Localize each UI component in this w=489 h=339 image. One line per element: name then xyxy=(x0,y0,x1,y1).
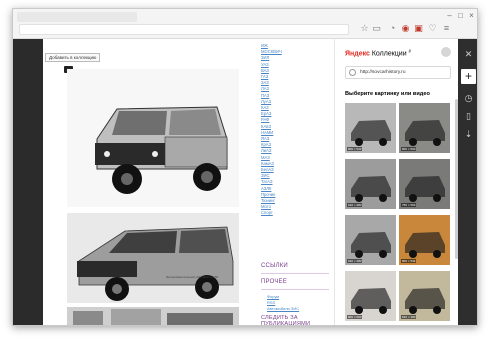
car-thumbnail-image xyxy=(351,120,391,146)
close-icon[interactable]: ✕ xyxy=(458,49,477,60)
collection-thumbnail[interactable]: 640 × 480 xyxy=(399,271,450,321)
minimize-button[interactable]: – xyxy=(445,11,454,21)
collection-thumbnail[interactable]: 640 × 480 xyxy=(345,215,396,265)
section-divider xyxy=(261,289,329,290)
section-other-title: ПРОЧЕЕ xyxy=(261,279,287,285)
thumbnail-size-label: 640 × 480 xyxy=(347,259,363,263)
yandex-collections-logo: Яндекс Коллекции β xyxy=(345,48,411,57)
photo-3-illustration xyxy=(67,307,239,325)
other-link[interactable]: RSS xyxy=(267,300,275,305)
thumbnail-size-label: 800 × 543 xyxy=(347,147,363,151)
thumbnail-size-label: 800 × 534 xyxy=(401,259,417,263)
photo-suv-2[interactable]: Экспериментальный «Москвич» 2150 xyxy=(67,213,239,303)
links-column: ИЖ МОСКВИЧ ЗИЛ УАЗ ВАЗ ГАЗ ЗАЗ ЛАЗ ПАЗ ЛуАЗ КАЗ ЕрА… xyxy=(239,39,334,326)
brand-link[interactable]: Спорт xyxy=(261,210,334,216)
download-icon[interactable]: ⇣ xyxy=(458,129,477,140)
logo-brand: Яндекс xyxy=(345,50,370,58)
car-thumbnail-image xyxy=(351,288,391,314)
logo-beta: β xyxy=(408,48,411,53)
collection-thumbnail[interactable]: 640 × 480 xyxy=(345,159,396,209)
article-photos: Добавить в коллекцию Экспериментальный «… xyxy=(43,39,239,325)
brand-links-list: ИЖ МОСКВИЧ ЗИЛ УАЗ ВАЗ ГАЗ ЗАЗ ЛАЗ ПАЗ ЛуАЗ КАЗ ЕрА… xyxy=(261,39,334,217)
clock-icon[interactable]: ◷ xyxy=(458,93,477,104)
choose-title: Выберите картинку или видео xyxy=(345,91,430,97)
opera-icon[interactable]: ◉ xyxy=(400,23,411,34)
address-bar[interactable] xyxy=(19,24,349,35)
section-divider xyxy=(261,273,329,274)
thumbnail-size-label: 750 × 563 xyxy=(401,203,417,207)
suv-illustration xyxy=(95,106,228,194)
collection-thumbnail[interactable]: 800 × 534 xyxy=(399,215,450,265)
yandex-collections-panel: Яндекс Коллекции β http://sovcarhistory.… xyxy=(334,39,458,325)
browser-window: ☆ ▭ ◔ ◉ ▣ ♡ ≡ – □ × Добавить в коллекцию xyxy=(12,8,478,326)
left-dark-strip xyxy=(13,39,43,325)
collection-thumbnail[interactable]: 750 × 563 xyxy=(399,159,450,209)
right-sidebar: ✕ + ◷ ▯ ⇣ xyxy=(458,39,477,325)
car-thumbnail-image xyxy=(351,232,391,258)
lock-icon[interactable]: ◔ xyxy=(387,23,398,34)
thumbnail-size-label: 800 × 600 xyxy=(347,315,363,319)
photo-suv-1[interactable] xyxy=(67,69,239,207)
other-link[interactable]: Форум xyxy=(267,294,279,299)
browser-tab[interactable] xyxy=(17,12,137,22)
photo-3[interactable] xyxy=(67,307,239,325)
browser-toolbar: ☆ ▭ ◔ ◉ ▣ ♡ ≡ – □ × xyxy=(13,9,477,39)
wagon-illustration xyxy=(77,226,234,301)
menu-icon[interactable]: ≡ xyxy=(441,23,452,34)
thumbnail-size-label: 640 × 480 xyxy=(401,315,417,319)
maximize-button[interactable]: □ xyxy=(456,11,465,21)
collection-thumbnail[interactable]: 800 × 600 xyxy=(345,271,396,321)
car-thumbnail-image xyxy=(405,176,445,202)
add-to-collection-tooltip: Добавить в коллекцию xyxy=(45,53,101,62)
url-value: http://sovcarhistory.ru xyxy=(360,70,406,75)
section-follow-title: СЛЕДИТЬ ЗА ПУБЛИКАЦИЯМИ xyxy=(261,315,311,326)
thumbnail-size-label: 800 × 600 xyxy=(401,147,417,151)
section-links-title: ССЫЛКИ xyxy=(261,263,288,269)
avatar[interactable] xyxy=(441,47,451,57)
url-field[interactable]: http://sovcarhistory.ru xyxy=(345,66,451,79)
bookmark-icon[interactable]: ▯ xyxy=(458,111,477,122)
shield-icon[interactable]: ▣ xyxy=(413,23,424,34)
collection-thumbnail[interactable]: 800 × 600 xyxy=(399,103,450,153)
car-thumbnail-image xyxy=(405,232,445,258)
car-thumbnail-image xyxy=(351,176,391,202)
photo-caption: Экспериментальный «Москвич» 2150 xyxy=(165,275,219,279)
logo-product: Коллекции xyxy=(371,50,407,58)
car-thumbnail-image xyxy=(405,288,445,314)
collection-thumbnail[interactable]: 800 × 543 xyxy=(345,103,396,153)
star-icon[interactable]: ☆ xyxy=(359,23,370,34)
close-window-button[interactable]: × xyxy=(467,11,476,21)
extension-icon[interactable]: ▭ xyxy=(371,23,382,34)
car-thumbnail-image xyxy=(405,120,445,146)
thumbnail-size-label: 640 × 480 xyxy=(347,203,363,207)
globe-icon xyxy=(349,69,356,76)
heart-icon[interactable]: ♡ xyxy=(427,23,438,34)
plus-icon[interactable]: + xyxy=(461,69,476,84)
other-link[interactable]: Автомобили ЗИС xyxy=(267,306,299,311)
